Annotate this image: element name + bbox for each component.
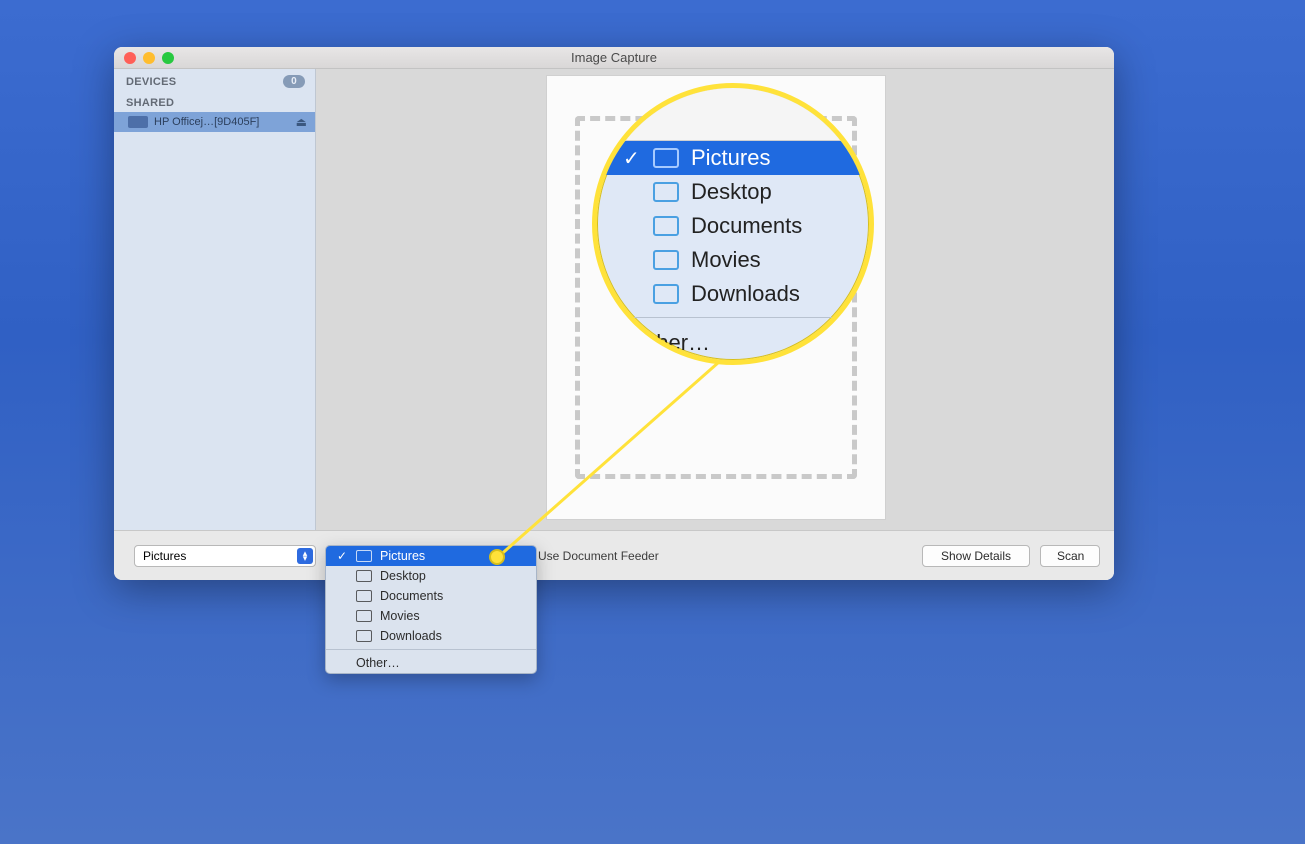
magnifier-item-pictures: ✓ Pictures [597,141,869,175]
folder-icon [356,590,372,602]
chevron-updown-icon: ▴▾ [297,548,313,564]
menu-item-downloads[interactable]: Downloads [326,626,536,646]
folder-icon [356,570,372,582]
folder-icon [356,610,372,622]
checkmark-icon: ✓ [623,146,641,171]
shared-label: SHARED [126,97,174,109]
menu-item-label: Other… [356,656,400,670]
feeder-checkbox-label: Use Document Feeder [538,549,659,563]
scan-button[interactable]: Scan [1040,545,1100,567]
shared-device-label: HP Officej…[9D405F] [154,116,259,128]
destination-dropdown-menu[interactable]: ✓ Pictures Desktop Documents Movies Down… [325,545,537,674]
shared-device-item[interactable]: HP Officej…[9D405F] ⏏ [114,112,315,132]
magnifier-item-other: Other… [597,324,869,365]
folder-icon [653,250,679,270]
folder-icon [653,148,679,168]
destination-selected-label: Pictures [143,549,186,563]
menu-item-documents[interactable]: Documents [326,586,536,606]
use-document-feeder-checkbox[interactable]: Use Document Feeder [518,549,659,563]
magnifier-callout: ✓ Pictures Desktop Documents Movies Down… [592,83,874,365]
magnifier-circle: ✓ Pictures Desktop Documents Movies Down… [592,83,874,365]
destination-select[interactable]: Pictures ▴▾ [134,545,316,567]
menu-item-label: Pictures [380,549,425,563]
folder-icon [356,550,372,562]
menu-item-label: Documents [380,589,443,603]
devices-label: DEVICES [126,76,176,88]
magnifier-item-movies: Movies [597,243,869,277]
magnifier-item-desktop: Desktop [597,175,869,209]
sidebar: DEVICES 0 SHARED HP Officej…[9D405F] ⏏ [114,69,316,530]
menu-item-desktop[interactable]: Desktop [326,566,536,586]
folder-icon [653,284,679,304]
menu-item-other[interactable]: Other… [326,653,536,673]
bottom-toolbar: Pictures ▴▾ US Letter ▴▾ Use Document Fe… [114,530,1114,580]
magnifier-item-downloads: Downloads [597,277,869,311]
folder-icon [653,216,679,236]
callout-anchor-dot [489,549,505,565]
menu-item-movies[interactable]: Movies [326,606,536,626]
magnifier-item-documents: Documents [597,209,869,243]
eject-icon[interactable]: ⏏ [296,115,307,129]
menu-item-label: Downloads [380,629,442,643]
titlebar[interactable]: Image Capture [114,47,1114,69]
shared-heading: SHARED [114,91,315,112]
window-title: Image Capture [114,50,1114,65]
menu-item-label: Desktop [380,569,426,583]
menu-item-label: Movies [380,609,420,623]
folder-icon [653,182,679,202]
printer-icon [128,116,148,128]
folder-icon [356,630,372,642]
menu-separator [326,649,536,650]
devices-heading: DEVICES 0 [114,69,315,91]
devices-count-badge: 0 [283,75,305,88]
show-details-button[interactable]: Show Details [922,545,1030,567]
destination-select-button[interactable]: Pictures ▴▾ [134,545,316,567]
checkmark-icon: ✓ [336,549,348,563]
